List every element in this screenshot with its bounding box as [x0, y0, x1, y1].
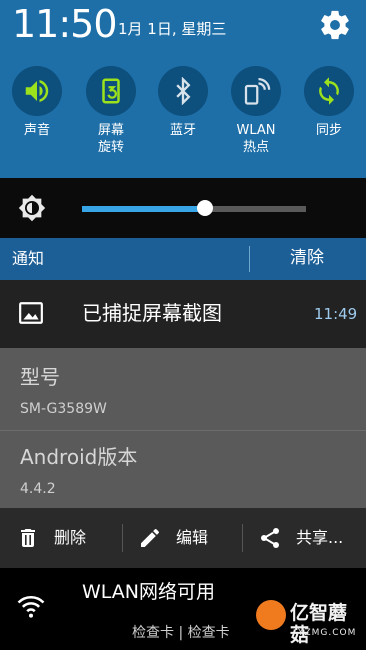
wlan-notification-subtitle: 检查卡 | 检查卡	[132, 625, 230, 641]
toggle-bluetooth[interactable]: 蓝牙	[153, 66, 213, 139]
image-icon	[19, 302, 43, 324]
brightness-slider-thumb[interactable]	[197, 200, 214, 216]
screenshot-actions: 删除 编辑 共享...	[0, 508, 366, 568]
watermark-logo	[256, 600, 286, 630]
model-value: SM-G3589W	[20, 401, 107, 417]
toggle-wlan-hotspot-label: WLAN 热点	[236, 123, 276, 155]
toggle-sound-label: 声音	[23, 123, 50, 138]
sync-icon	[319, 77, 339, 105]
screenshot-notification[interactable]: 已捕捉屏幕截图 11:49	[0, 280, 366, 348]
toggle-screen-rotation-label: 屏幕 旋转	[97, 123, 124, 155]
clock-time: 11:50	[12, 2, 118, 46]
toggle-screen-rotation[interactable]: 屏幕 旋转	[81, 66, 141, 156]
share-label: 共享...	[296, 528, 344, 547]
share-icon	[261, 528, 279, 548]
action-divider	[122, 524, 123, 552]
bluetooth-icon	[176, 77, 191, 105]
trash-icon	[21, 529, 35, 547]
brightness-auto-icon[interactable]	[18, 194, 46, 222]
action-divider	[242, 524, 243, 552]
brightness-row	[0, 178, 366, 238]
edit-label: 编辑	[176, 528, 209, 547]
notifications-title: 通知	[12, 249, 45, 268]
model-label: 型号	[20, 365, 60, 389]
edit-button[interactable]: 编辑	[138, 508, 208, 568]
delete-label: 删除	[54, 528, 87, 547]
screenshot-preview[interactable]: 型号 SM-G3589W Android版本 4.4.2	[0, 348, 366, 508]
screenshot-notification-title: 已捕捉屏幕截图	[82, 301, 222, 325]
header-divider	[249, 246, 250, 272]
brightness-slider-fill	[82, 206, 206, 212]
notifications-header: 通知 清除	[0, 238, 366, 280]
quick-toggles: 声音 屏幕 旋转 蓝牙 WLAN 热点 同步	[0, 66, 366, 166]
toggle-bluetooth-label: 蓝牙	[169, 123, 196, 138]
toggle-sound[interactable]: 声音	[7, 66, 67, 139]
preview-divider	[0, 430, 366, 431]
quick-settings-panel: 11:50 1月 1日, 星期三 声音 屏幕 旋转 蓝牙 WLAN 热点 同步	[0, 0, 366, 178]
clear-button[interactable]: 清除	[290, 247, 324, 269]
screenshot-notification-time: 11:49	[314, 305, 358, 323]
screen-rotation-icon	[102, 78, 120, 104]
toggle-sync-circle	[304, 66, 354, 116]
toggle-sound-circle	[12, 66, 62, 116]
toggle-bluetooth-circle	[158, 66, 208, 116]
watermark-url: YZMG.COM	[298, 628, 357, 638]
android-version-value: 4.4.2	[20, 481, 56, 497]
brightness-slider[interactable]	[82, 200, 306, 216]
toggle-screen-rotation-circle	[86, 66, 136, 116]
toggle-wlan-hotspot-circle	[231, 66, 281, 116]
watermark-name: 亿智蘑菇	[290, 602, 348, 646]
wlan-notification-title: WLAN网络可用	[82, 581, 216, 603]
toggle-sync-label: 同步	[315, 123, 342, 138]
pencil-icon	[141, 528, 160, 547]
share-button[interactable]: 共享...	[258, 508, 343, 568]
wlan-hotspot-icon	[244, 78, 271, 105]
delete-button[interactable]: 删除	[16, 508, 86, 568]
toggle-sync[interactable]: 同步	[299, 66, 359, 139]
toggle-wlan-hotspot[interactable]: WLAN 热点	[226, 66, 286, 156]
android-version-label: Android版本	[20, 445, 138, 469]
gear-icon[interactable]	[318, 8, 352, 42]
watermark: 亿智蘑菇 YZMG.COM	[256, 596, 362, 648]
sound-icon	[25, 80, 49, 102]
date-label: 1月 1日, 星期三	[118, 20, 227, 38]
wifi-icon	[17, 596, 45, 618]
